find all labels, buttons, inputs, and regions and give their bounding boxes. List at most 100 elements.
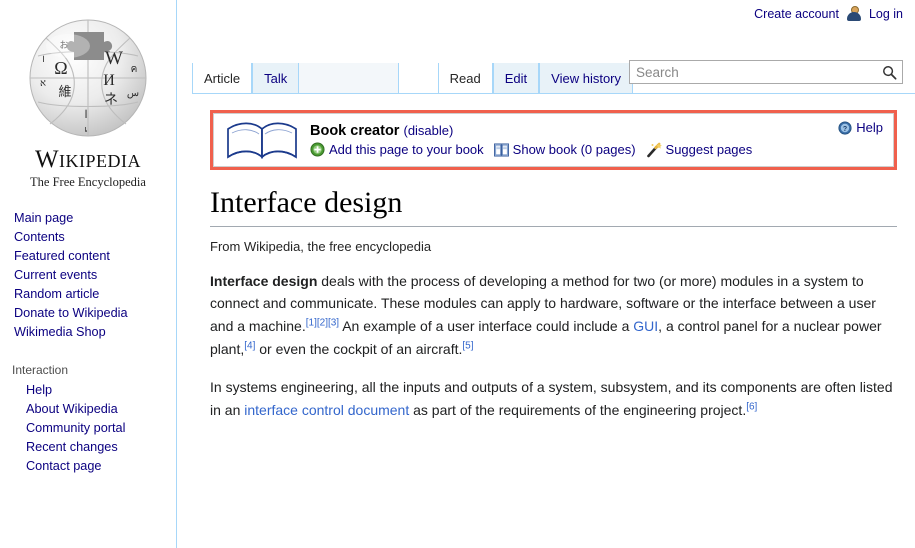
list-item: Wikimedia Shop bbox=[0, 322, 176, 341]
search-input[interactable] bbox=[630, 63, 876, 81]
book-creator-banner-inner: Book creator (disable) Add this page to bbox=[213, 113, 894, 167]
svg-text:И: И bbox=[103, 72, 115, 89]
sidebar-item-community-portal[interactable]: Community portal bbox=[26, 421, 125, 435]
svg-text:เ: เ bbox=[84, 124, 87, 134]
show-book-label[interactable]: Show book (0 pages) bbox=[513, 142, 636, 157]
interaction-heading: Interaction bbox=[12, 363, 69, 377]
sidebar-item-featured-content[interactable]: Featured content bbox=[14, 249, 110, 263]
add-page-label[interactable]: Add this page to your book bbox=[329, 142, 484, 157]
suggest-pages-action[interactable]: Suggest pages bbox=[646, 142, 753, 158]
svg-text:維: 維 bbox=[58, 84, 71, 99]
navigation-list: Main page Contents Featured content Current… bbox=[0, 208, 176, 341]
book-creator-banner: Book creator (disable) Add this page to bbox=[210, 110, 897, 170]
green-plus-circle-icon bbox=[310, 142, 325, 157]
citation-ref-5[interactable]: [5] bbox=[462, 340, 473, 351]
list-item: Random article bbox=[0, 284, 176, 303]
blue-question-circle-icon: ? bbox=[838, 120, 852, 135]
sidebar-item-help[interactable]: Help bbox=[26, 383, 52, 397]
magic-wand-icon bbox=[646, 142, 662, 157]
list-item: Featured content bbox=[0, 246, 176, 265]
sidebar-item-donate-to-wikipedia[interactable]: Donate to Wikipedia bbox=[14, 306, 128, 320]
tab-edit[interactable]: Edit bbox=[492, 63, 540, 94]
page-title: Interface design bbox=[210, 184, 897, 227]
svg-text:א: א bbox=[39, 78, 45, 89]
svg-text:ネ: ネ bbox=[104, 92, 118, 108]
list-item: Main page bbox=[0, 208, 176, 227]
book-creator-title-row: Book creator (disable) bbox=[310, 123, 752, 139]
sidebar-item-current-events[interactable]: Current events bbox=[14, 268, 97, 282]
tab-filler bbox=[299, 63, 400, 94]
list-item: Current events bbox=[0, 265, 176, 284]
paragraph-1-lead-term: Interface design bbox=[210, 272, 318, 289]
gui-link[interactable]: GUI bbox=[633, 318, 658, 334]
citation-ref-4[interactable]: [4] bbox=[244, 340, 255, 351]
article-paragraph-2: In systems engineering, all the inputs a… bbox=[210, 376, 897, 421]
sidebar-item-wikimedia-shop[interactable]: Wikimedia Shop bbox=[14, 325, 106, 339]
open-book-icon bbox=[227, 122, 297, 159]
list-item: Donate to Wikipedia bbox=[0, 303, 176, 322]
paragraph-1-text-b: An example of a user interface could inc… bbox=[339, 317, 634, 334]
book-creator-help-link[interactable]: Help bbox=[856, 120, 883, 135]
tab-talk[interactable]: Talk bbox=[252, 63, 300, 94]
svg-text:ค: ค bbox=[130, 64, 137, 75]
navigation-portal: Main page Contents Featured content Current… bbox=[0, 208, 176, 341]
paragraph-2-text-b: as part of the requirements of the engin… bbox=[409, 401, 747, 418]
view-tabs: Read Edit View history bbox=[437, 63, 633, 94]
list-item: Community portal bbox=[0, 418, 176, 437]
book-creator-disable-link[interactable]: (disable) bbox=[403, 123, 453, 138]
list-item: About Wikipedia bbox=[0, 399, 176, 418]
search-box[interactable] bbox=[629, 60, 903, 84]
sidebar-item-main-page[interactable]: Main page bbox=[14, 211, 73, 225]
list-item: Recent changes bbox=[0, 437, 176, 456]
wikipedia-page: Create account Log in W Ω И 維 ネ । א ค س … bbox=[0, 0, 915, 548]
list-item: Contact page bbox=[0, 456, 176, 475]
sidebar-item-contact-page[interactable]: Contact page bbox=[26, 459, 101, 473]
suggest-pages-label[interactable]: Suggest pages bbox=[666, 142, 753, 157]
wikipedia-globe-logo: W Ω И 維 ネ । א ค س ا お เ bbox=[29, 19, 146, 137]
user-avatar-icon bbox=[846, 6, 861, 21]
list-item: Contents bbox=[0, 227, 176, 246]
sidebar-item-recent-changes[interactable]: Recent changes bbox=[26, 440, 118, 454]
search-icon[interactable] bbox=[876, 61, 902, 83]
tab-talk-label[interactable]: Talk bbox=[264, 71, 287, 86]
sidebar-item-random-article[interactable]: Random article bbox=[14, 287, 99, 301]
log-in-link[interactable]: Log in bbox=[869, 7, 903, 21]
wikipedia-tagline: The Free Encyclopedia bbox=[30, 175, 146, 189]
sidebar: W Ω И 維 ネ । א ค س ا お เ Wikipedia The Fr… bbox=[0, 0, 177, 548]
blue-book-icon bbox=[493, 142, 509, 157]
book-creator-help[interactable]: ? Help bbox=[838, 120, 883, 135]
show-book-action[interactable]: Show book (0 pages) bbox=[493, 142, 636, 157]
namespace-tabs: Article Talk bbox=[192, 63, 400, 94]
wikipedia-logo[interactable]: W Ω И 維 ネ । א ค س ا お เ Wikipedia The Fr… bbox=[0, 0, 176, 190]
create-account-link[interactable]: Create account bbox=[754, 7, 839, 21]
svg-text:?: ? bbox=[843, 125, 847, 132]
content-area: Book creator (disable) Add this page to bbox=[192, 94, 915, 548]
tab-read-label: Read bbox=[449, 71, 481, 86]
search-magnifier-icon bbox=[882, 65, 896, 80]
site-subtitle: From Wikipedia, the free encyclopedia bbox=[210, 238, 432, 254]
citation-refs-123[interactable]: [1][2][3] bbox=[306, 317, 339, 328]
tab-view-history-label[interactable]: View history bbox=[551, 71, 621, 86]
tab-view-history[interactable]: View history bbox=[539, 63, 633, 94]
svg-text:W: W bbox=[105, 48, 123, 69]
tab-read[interactable]: Read bbox=[437, 63, 493, 94]
sidebar-item-contents[interactable]: Contents bbox=[14, 230, 65, 244]
svg-text:।: । bbox=[41, 54, 45, 65]
citation-ref-6[interactable]: [6] bbox=[746, 401, 757, 412]
list-item: Help bbox=[0, 380, 176, 399]
article-paragraph-1: Interface design deals with the process … bbox=[210, 270, 897, 361]
tab-edit-label[interactable]: Edit bbox=[505, 71, 527, 86]
book-creator-text: Book creator (disable) Add this page to bbox=[310, 123, 752, 158]
tab-article[interactable]: Article bbox=[192, 63, 253, 94]
svg-text:ا: ا bbox=[84, 109, 87, 121]
interface-control-document-link[interactable]: interface control document bbox=[244, 402, 409, 418]
book-creator-actions: Add this page to your book Show book (0 … bbox=[310, 142, 752, 158]
add-page-action[interactable]: Add this page to your book bbox=[310, 142, 484, 157]
interaction-portal: Interaction Help About Wikipedia Community… bbox=[0, 359, 176, 475]
svg-text:س: س bbox=[126, 88, 138, 99]
wikipedia-wordmark: Wikipedia bbox=[34, 146, 142, 173]
book-creator-title: Book creator bbox=[310, 122, 400, 139]
tab-article-label: Article bbox=[204, 71, 241, 86]
sidebar-item-about-wikipedia[interactable]: About Wikipedia bbox=[26, 402, 118, 416]
personal-tools-bar: Create account Log in bbox=[754, 6, 903, 21]
